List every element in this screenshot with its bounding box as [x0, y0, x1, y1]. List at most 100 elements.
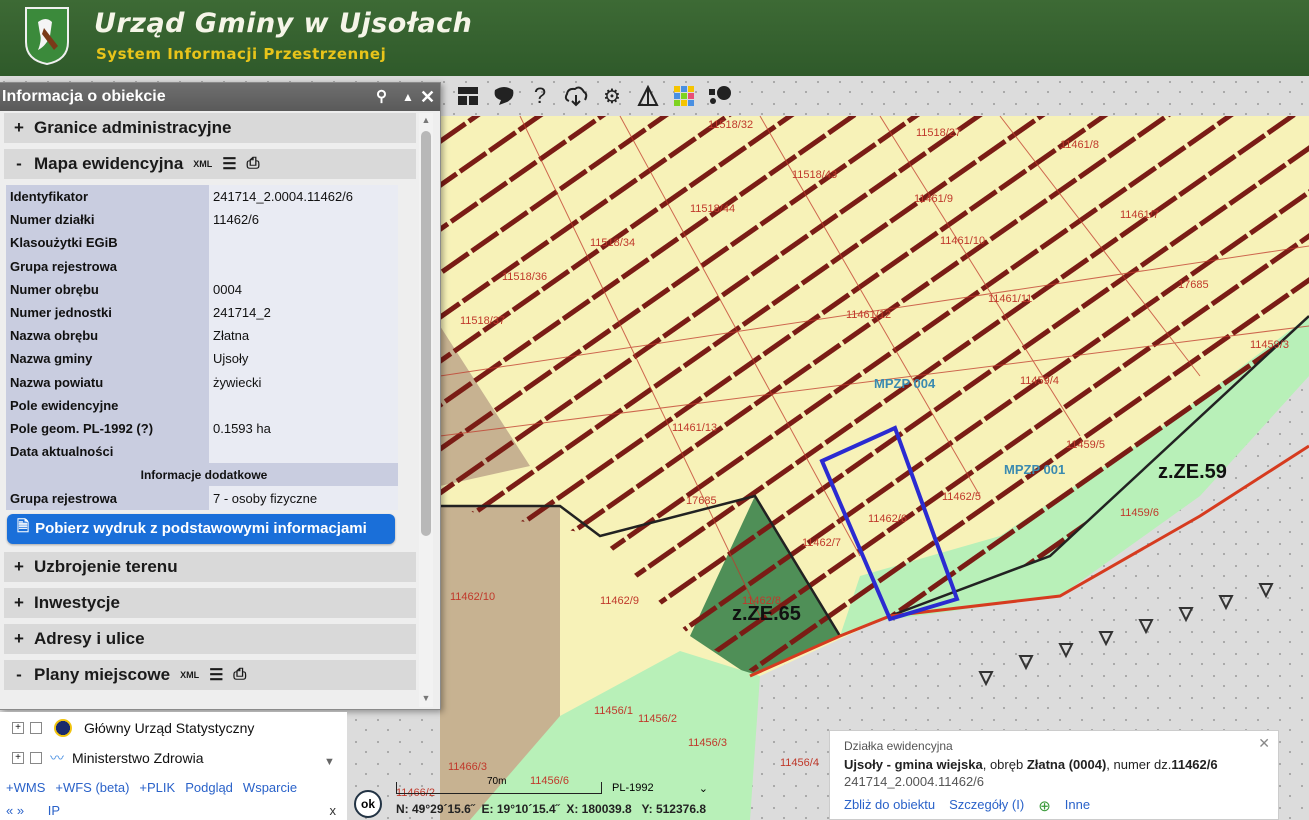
link-wsparcie[interactable]: Wsparcie: [243, 780, 297, 795]
attribute-row: Nazwa obrębu Złatna: [6, 324, 398, 348]
help-icon[interactable]: ?: [527, 83, 553, 109]
xml-export-icon[interactable]: XML: [193, 159, 212, 169]
link-wfs[interactable]: +WFS (beta): [55, 780, 129, 795]
map-toolbar: ? ⚙: [455, 82, 733, 110]
panel-scrollbar[interactable]: ▲ ▼: [419, 113, 433, 707]
attribute-row: Grupa rejestrowa: [6, 254, 398, 278]
section-inwestycje[interactable]: + Inwestycje: [4, 587, 416, 618]
document-icon: 🗎: [17, 518, 30, 536]
scroll-down-icon[interactable]: ▼: [324, 756, 335, 768]
list-icon[interactable]: ☰: [209, 665, 223, 685]
cloud-download-icon[interactable]: [563, 83, 589, 109]
attribute-row: Grupa rejestrowa 7 - osoby fizyczne: [6, 486, 398, 510]
xml-export-icon[interactable]: XML: [180, 670, 199, 680]
collapse-icon[interactable]: ▲: [402, 83, 414, 111]
ok-button[interactable]: ok: [354, 790, 382, 818]
attribute-value: 241714_2.0004.11462/6: [209, 185, 398, 209]
popup-text: , numer dz.: [1106, 757, 1172, 772]
section-mapa-ewidencyjna[interactable]: - Mapa ewidencyjna XML ☰ ⎙: [4, 149, 416, 179]
crs-select[interactable]: PL-1992 ⌄: [612, 782, 708, 795]
crs-value: PL-1992: [612, 782, 654, 794]
scroll-thumb[interactable]: [421, 131, 431, 536]
close-icon[interactable]: ✕: [1258, 735, 1270, 752]
attribute-row: Nazwa powiatu żywiecki: [6, 370, 398, 394]
measure-icon[interactable]: [635, 83, 661, 109]
map-label: 17685: [686, 495, 717, 507]
attribute-key: Numer obrębu: [6, 277, 209, 301]
map-label: 11461/8: [1060, 139, 1099, 151]
layer-row[interactable]: + Główny Urząd Statystyczny: [12, 716, 254, 740]
scale-bar: 70m: [396, 776, 602, 794]
section-granice[interactable]: + Granice administracyjne: [4, 113, 416, 143]
section-plany[interactable]: - Plany miejscowe XML ☰ ⎙: [4, 659, 416, 690]
speech-bubble-icon[interactable]: [491, 83, 517, 109]
zoom-to-object-link[interactable]: Zbliż do obiektu: [844, 797, 935, 815]
attribute-key: Pole ewidencyjne: [6, 393, 209, 417]
scale-label: 70m: [487, 776, 507, 787]
section-adresy[interactable]: + Adresy i ulice: [4, 623, 416, 654]
print-icon[interactable]: ⎙: [233, 666, 246, 684]
chevron-down-icon: ⌄: [698, 783, 708, 795]
popup-parcel-number: 11462/6: [1171, 757, 1218, 772]
nav-arrows[interactable]: « »: [6, 803, 24, 818]
scroll-up-icon[interactable]: ▲: [421, 115, 431, 125]
ip-link[interactable]: IP: [48, 803, 60, 818]
attribute-section-title: Informacje dodatkowe: [6, 463, 398, 487]
layer-checkbox[interactable]: [30, 752, 42, 764]
attributes-table: Identyfikator 241714_2.0004.11462/6 Numer …: [6, 185, 398, 510]
link-wms[interactable]: +WMS: [6, 780, 45, 795]
map-label: 11459/4: [1020, 375, 1059, 387]
popup-text: , obręb: [982, 757, 1027, 772]
attribute-row: Klasoużytki EGiB: [6, 231, 398, 255]
close-icon[interactable]: ✕: [420, 83, 435, 111]
color-grid-icon[interactable]: [671, 83, 697, 109]
attribute-section-header: Informacje dodatkowe: [6, 463, 398, 487]
layer-icon: [54, 719, 72, 737]
list-icon[interactable]: ☰: [222, 154, 236, 174]
expand-icon: +: [14, 628, 24, 648]
map-label: 11518/44: [690, 203, 735, 215]
coordinate-bar: ok 70m PL-1992 ⌄ N: 49°29´15.6˝ E: 19°10…: [350, 776, 730, 820]
map-label: 11518/37: [460, 315, 505, 327]
settings-icon[interactable]: ⚙: [599, 83, 625, 109]
map-label: 11462/6: [868, 513, 907, 525]
close-icon[interactable]: x: [330, 803, 337, 818]
attribute-value: 0.1593 ha: [209, 416, 398, 441]
link-plik[interactable]: +PLIK: [139, 780, 175, 795]
expand-box-icon[interactable]: +: [12, 752, 24, 764]
panel-titlebar[interactable]: Informacja o obiekcie ⚲ ▲ ✕: [0, 83, 440, 111]
attribute-row: Pole ewidencyjne: [6, 393, 398, 417]
zone-label: MPZP 004: [874, 376, 936, 391]
map-label: 11456/3: [688, 737, 727, 749]
expand-box-icon[interactable]: +: [12, 722, 24, 734]
attribute-key: Pole geom. PL-1992 (?): [6, 416, 209, 441]
attribute-value: 0004: [209, 277, 398, 301]
attribute-key: Grupa rejestrowa: [6, 486, 209, 510]
attribute-row: Data aktualności: [6, 440, 398, 464]
map-label: 11459/3: [1250, 339, 1289, 351]
section-uzbrojenie[interactable]: + Uzbrojenie terenu: [4, 551, 416, 582]
layer-checkbox[interactable]: [30, 722, 42, 734]
section-label: Inwestycje: [34, 592, 120, 612]
section-label: Adresy i ulice: [34, 628, 145, 648]
link-icon[interactable]: ⚲: [376, 83, 387, 111]
layout-icon[interactable]: [455, 83, 481, 109]
comment-icon[interactable]: [707, 83, 733, 109]
map-label: 11461/11: [988, 293, 1032, 305]
map-label: 11518/36: [502, 271, 547, 283]
app-subtitle: System Informacji Przestrzennej: [96, 45, 387, 63]
coat-of-arms-icon: [25, 7, 69, 66]
layer-links: +WMS +WFS (beta) +PLIK Podgląd Wsparcie: [6, 780, 297, 795]
print-icon[interactable]: ⎙: [247, 155, 260, 173]
plus-circle-icon[interactable]: ⊕: [1038, 797, 1051, 815]
attribute-value: [209, 231, 398, 255]
details-link[interactable]: Szczegóły (I): [949, 797, 1024, 815]
zone-label: MPZP 001: [1004, 462, 1065, 477]
other-link[interactable]: Inne: [1065, 797, 1090, 815]
layer-nav: « » IP x: [6, 803, 342, 818]
scroll-down-icon[interactable]: ▼: [421, 693, 431, 703]
download-printout-button[interactable]: 🗎 Pobierz wydruk z podstawowymi informac…: [7, 513, 395, 544]
section-label: Plany miejscowe: [34, 664, 171, 684]
link-podglad[interactable]: Podgląd: [185, 780, 233, 795]
layer-row[interactable]: + 〰 Ministerstwo Zdrowia: [12, 746, 203, 770]
